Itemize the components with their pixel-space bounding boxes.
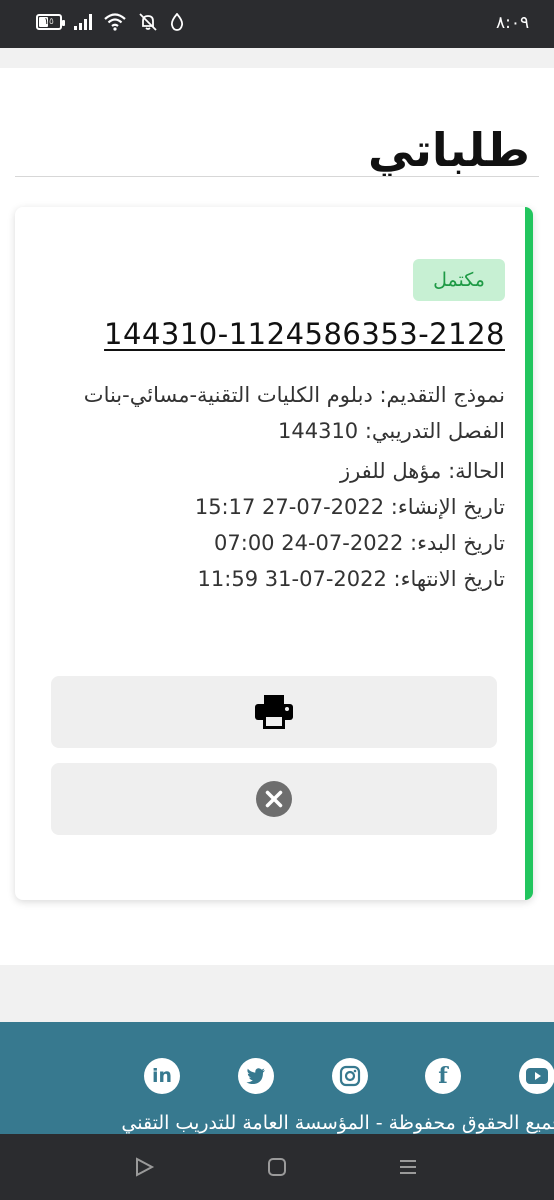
status-icons: ١٥: [36, 12, 184, 32]
printer-icon: [255, 695, 293, 729]
application-number-link[interactable]: 144310-1124586353-2128: [104, 317, 505, 351]
youtube-icon[interactable]: [519, 1058, 554, 1094]
created-date: تاريخ الإنشاء: 2022-07-27 15:17: [194, 495, 505, 519]
recents-menu-icon: [400, 1160, 416, 1174]
bottom-spacer: [0, 965, 554, 1022]
instagram-icon[interactable]: [332, 1058, 368, 1094]
application-form: نموذج التقديم: دبلوم الكليات التقنية-مسا…: [83, 383, 505, 407]
cancel-application-button[interactable]: [51, 763, 497, 835]
training-semester: الفصل التدريبي: 144310: [278, 419, 505, 443]
wifi-icon: [104, 13, 126, 31]
site-footer: f in جميع الحقوق محفوظة - المؤسسة العامة…: [0, 1022, 554, 1134]
back-triangle-icon: [136, 1157, 155, 1177]
signal-icon: [74, 14, 92, 30]
end-date: تاريخ الانتهاء: 2022-07-31 11:59: [197, 567, 505, 591]
status-badge: مكتمل: [413, 259, 505, 301]
clock: ٨:٠٩: [496, 13, 530, 33]
title-divider: [15, 176, 539, 177]
close-circle-icon: [256, 781, 292, 817]
battery-level: ١٥: [44, 17, 54, 27]
page-title: طلباتي: [368, 123, 530, 177]
facebook-icon[interactable]: f: [425, 1058, 461, 1094]
recents-button[interactable]: [395, 1154, 421, 1180]
application-details: نموذج التقديم: دبلوم الكليات التقنية-مسا…: [45, 377, 505, 597]
main-content: طلباتي مكتمل 144310-1124586353-2128 نموذ…: [0, 68, 554, 965]
back-button[interactable]: [131, 1154, 157, 1180]
twitter-icon[interactable]: [238, 1058, 274, 1094]
battery-icon: ١٥: [36, 14, 65, 30]
data-saver-icon: [170, 13, 184, 31]
start-date: تاريخ البدء: 2022-07-24 07:00: [214, 531, 505, 555]
system-nav-bar: [0, 1134, 554, 1200]
mute-icon: [139, 13, 157, 31]
application-card: مكتمل 144310-1124586353-2128 نموذج التقد…: [15, 207, 533, 900]
app-root: ١٥ ٨:٠٩ طلباتي مكتمل 144310-1124586353-2…: [0, 0, 554, 1200]
copyright-text: جميع الحقوق محفوظة - المؤسسة العامة للتد…: [121, 1112, 554, 1134]
home-button[interactable]: [264, 1154, 290, 1180]
top-spacer: [0, 48, 554, 68]
linkedin-icon[interactable]: in: [144, 1058, 180, 1094]
status-bar: ١٥ ٨:٠٩: [0, 0, 554, 48]
application-state: الحالة: مؤهل للفرز: [339, 459, 505, 483]
print-button[interactable]: [51, 676, 497, 748]
home-square-icon: [268, 1158, 286, 1176]
